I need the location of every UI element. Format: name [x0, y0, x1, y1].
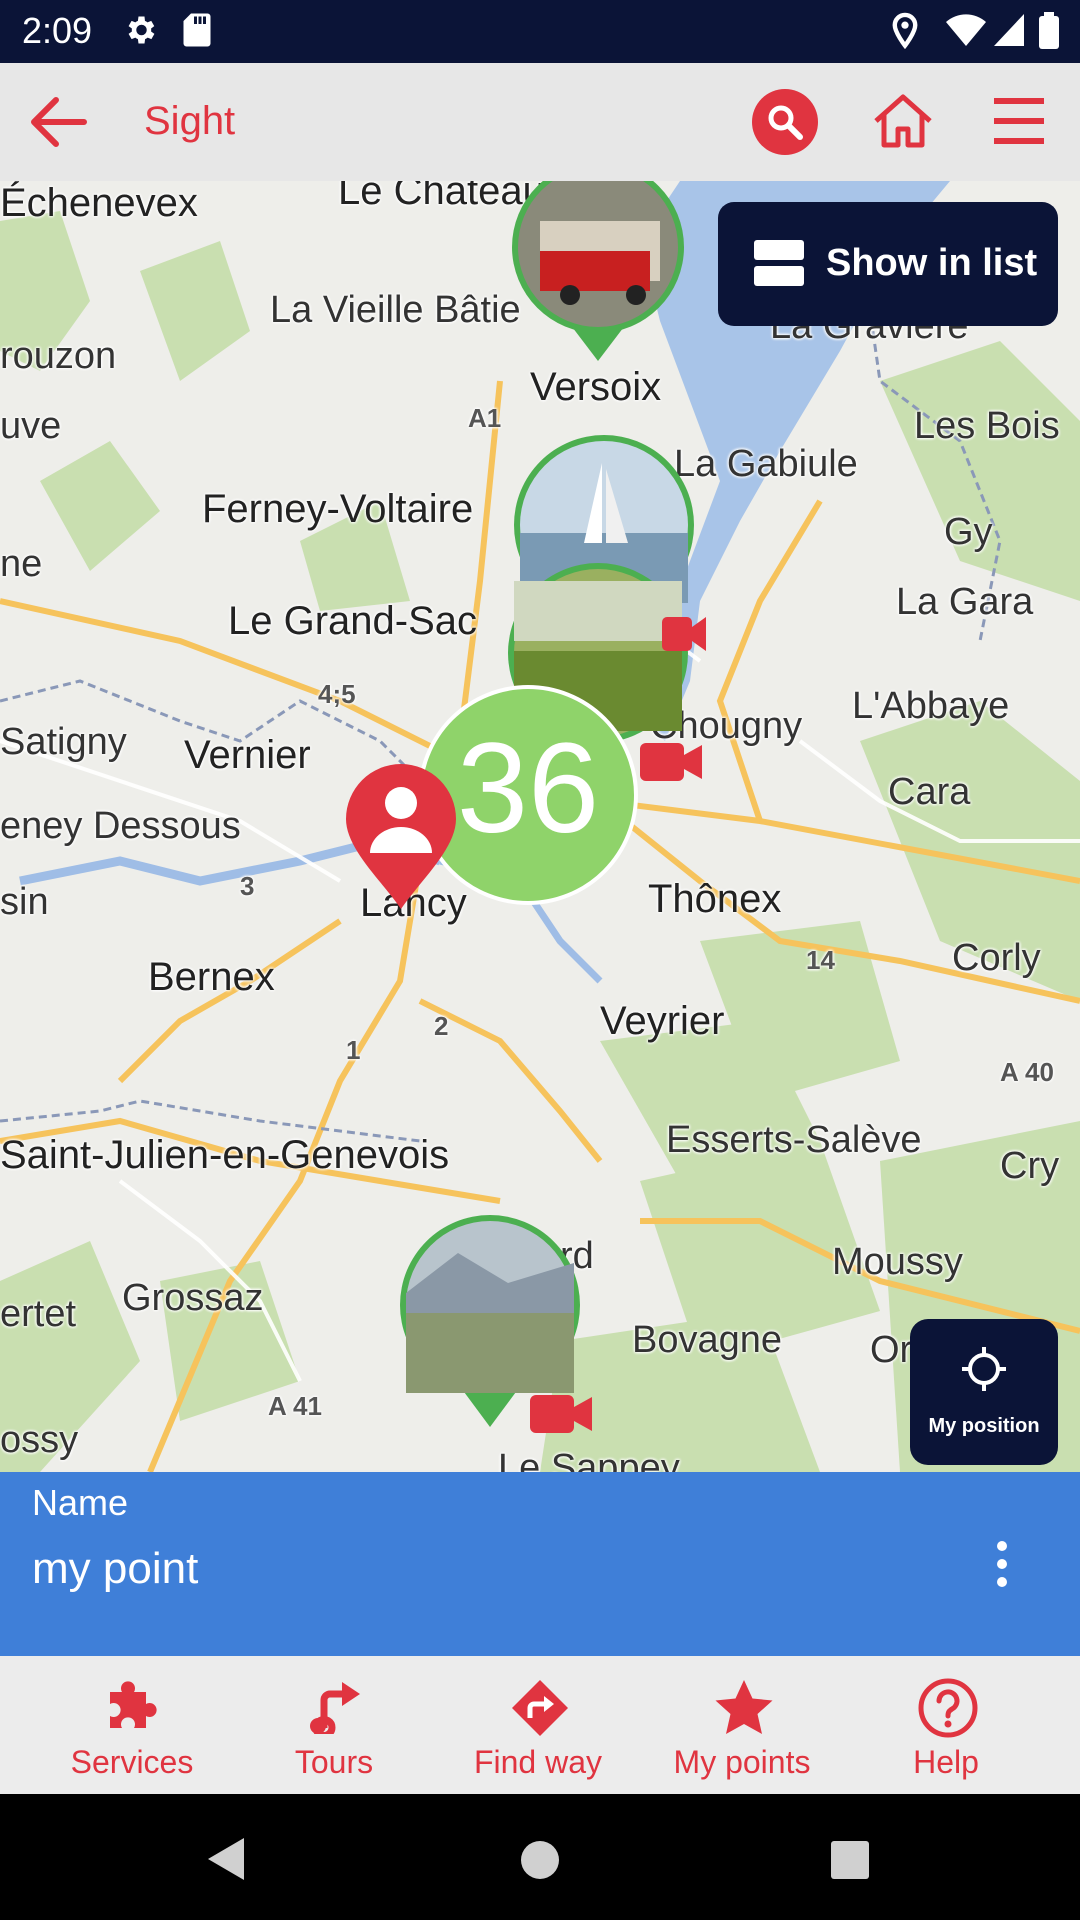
map-label: A 41 — [268, 1391, 322, 1421]
nav-help[interactable]: Help — [846, 1656, 1046, 1794]
menu-icon[interactable] — [992, 97, 1046, 145]
video-camera-icon[interactable] — [662, 611, 708, 657]
selected-point-panel[interactable]: Name my point — [0, 1472, 1080, 1656]
map-label: 14 — [806, 945, 835, 975]
map-label: Or — [870, 1329, 913, 1371]
recents-square-icon[interactable] — [830, 1840, 870, 1880]
map-label: Veyrier — [600, 999, 725, 1043]
signal-icon — [994, 14, 1024, 46]
map-label: A 40 — [1000, 1057, 1054, 1087]
nav-label: Help — [913, 1744, 979, 1780]
map-label: eney Dessous — [0, 805, 241, 847]
map-label: La Gabiule — [674, 443, 858, 485]
map-label: Les Bois — [914, 405, 1060, 447]
more-vert-icon[interactable] — [990, 1540, 1014, 1588]
nav-label: Tours — [294, 1744, 374, 1780]
show-in-list-label: Show in list — [826, 242, 1038, 284]
map-label: Cry — [1000, 1145, 1060, 1187]
point-name-value: my point — [32, 1544, 199, 1593]
nav-find-way[interactable]: Find way — [438, 1656, 638, 1794]
map-label: La Gara — [896, 581, 1034, 623]
nav-tours[interactable]: Tours — [234, 1656, 434, 1794]
list-icon — [754, 240, 804, 286]
map-label: Le Grand-Sac — [228, 599, 478, 643]
map-label: 1 — [346, 1035, 361, 1065]
nav-label: Services — [70, 1744, 194, 1780]
map-label: 3 — [240, 871, 255, 901]
my-position-label: My position — [928, 1415, 1040, 1437]
map-label: Moussy — [832, 1241, 963, 1283]
map-label: Grossaz — [122, 1277, 264, 1319]
location-icon — [892, 12, 918, 50]
video-camera-icon[interactable] — [528, 1391, 594, 1437]
map-label: Versoix — [530, 365, 662, 409]
map-label: ertet — [0, 1293, 77, 1335]
name-caption: Name — [32, 1482, 129, 1523]
map-label: Gy — [944, 511, 993, 553]
map-view[interactable]: Échenevex Le Chateau La Vieille Bâtie Ve… — [0, 181, 1080, 1472]
map-label: Bovagne — [632, 1319, 783, 1361]
map-label: Échenevex — [0, 181, 198, 225]
map-label: rouzon — [0, 335, 117, 377]
map-label: Bernex — [148, 955, 275, 999]
bottom-navigation: Services Tours Find way My points Help — [0, 1656, 1080, 1794]
nav-label: Find way — [473, 1744, 603, 1780]
map-label: L'Abbaye — [852, 685, 1010, 727]
status-bar: 2:09 — [0, 0, 1080, 63]
map-label: uve — [0, 405, 62, 447]
back-triangle-icon[interactable] — [204, 1836, 246, 1882]
map-label: ossy — [0, 1419, 79, 1461]
battery-icon — [1039, 12, 1059, 49]
home-circle-icon[interactable] — [520, 1840, 560, 1880]
show-in-list-button[interactable]: Show in list — [718, 202, 1058, 326]
puzzle-icon — [110, 1681, 157, 1728]
crosshair-icon — [962, 1347, 1006, 1391]
map-label: 2 — [434, 1011, 449, 1041]
system-navigation-bar — [0, 1794, 1080, 1920]
sd-card-icon — [183, 13, 211, 47]
directions-icon — [512, 1680, 568, 1736]
map-label: La Vieille Bâtie — [270, 289, 521, 331]
map-label: Le Sappey — [498, 1447, 680, 1472]
wifi-icon — [946, 14, 986, 46]
nav-label: My points — [673, 1744, 811, 1780]
nav-my-points[interactable]: My points — [642, 1656, 842, 1794]
turn-arrow-icon — [310, 1682, 360, 1734]
app-bar: Sight — [0, 63, 1080, 181]
star-icon — [715, 1680, 773, 1734]
page-title: Sight — [144, 99, 236, 143]
map-label: Saint-Julien-en-Genevois — [0, 1133, 450, 1177]
search-icon[interactable] — [752, 89, 818, 155]
map-label: 4;5 — [318, 679, 356, 709]
help-icon — [918, 1678, 978, 1738]
map-label: Vernier — [184, 733, 311, 777]
map-label: Satigny — [0, 721, 127, 763]
map-label: Corly — [952, 937, 1041, 979]
map-label: Ferney-Voltaire — [202, 487, 474, 531]
settings-icon — [128, 16, 155, 44]
status-time: 2:09 — [22, 10, 93, 51]
my-location-pin-icon[interactable] — [342, 761, 460, 911]
video-camera-icon[interactable] — [638, 739, 704, 785]
photo-marker-truck[interactable] — [500, 181, 696, 371]
my-position-button[interactable]: My position — [910, 1319, 1058, 1465]
map-label: Cara — [888, 771, 971, 813]
map-label: sin — [0, 881, 49, 923]
map-label: ne — [0, 543, 43, 585]
map-label: A1 — [468, 403, 502, 433]
nav-services[interactable]: Services — [32, 1656, 232, 1794]
map-label: Esserts-Salève — [666, 1119, 922, 1161]
map-label: Thônex — [648, 877, 782, 921]
back-arrow-icon[interactable] — [28, 95, 88, 149]
home-icon[interactable] — [872, 93, 934, 149]
